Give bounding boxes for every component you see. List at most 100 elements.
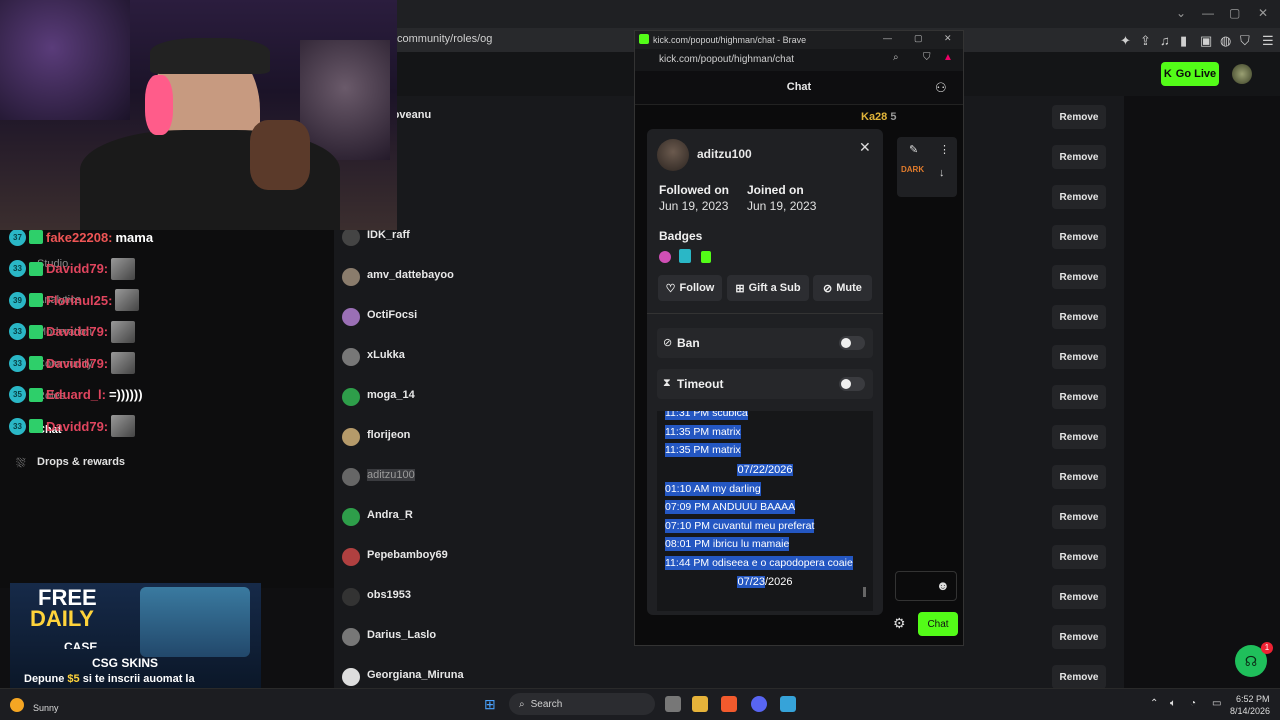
follow-button[interactable]: ♡ Follow (658, 275, 722, 301)
discord-icon[interactable] (751, 696, 767, 712)
followed-label: Followed on (659, 183, 729, 197)
sponsor-ad[interactable]: FREE DAILY CASE CSG SKINS Depune $5 si t… (10, 583, 261, 689)
username[interactable]: Georgiana_Miruna (367, 669, 464, 681)
brave-shield-icon[interactable]: ⛉ (923, 52, 931, 63)
windows-start-icon[interactable]: ⊞ (484, 696, 496, 713)
username[interactable]: amv_dattebayoo (367, 269, 454, 281)
kick-favicon-icon (639, 34, 649, 44)
gear-icon[interactable]: ⚙ (893, 615, 906, 632)
weather-label[interactable]: Sunny (33, 703, 59, 713)
joined-label: Joined on (747, 183, 804, 197)
username[interactable]: Darius_Laslo (367, 629, 436, 641)
wallet-icon[interactable]: ▣ (1200, 33, 1212, 49)
emoji-icon[interactable]: ☻ (936, 578, 950, 593)
remove-button[interactable]: Remove (1052, 225, 1106, 249)
history-scrollbar[interactable] (863, 587, 866, 597)
ban-row[interactable]: ⊘ Ban (657, 328, 873, 358)
go-live-button[interactable]: K Go Live (1161, 62, 1219, 86)
brave-icon[interactable] (721, 696, 737, 712)
sidebar-item-drops[interactable]: Drops & rewards (37, 456, 125, 468)
remove-button[interactable]: Remove (1052, 545, 1106, 569)
username[interactable]: Pepebamboy69 (367, 549, 448, 561)
chat-input[interactable]: ☻ (895, 571, 957, 601)
sub-badge-icon: 39 (9, 291, 26, 309)
tray-up-icon[interactable]: ⌃ (1150, 698, 1158, 709)
chat-text: mama (115, 229, 154, 245)
menu-icon[interactable]: ☰ (1262, 33, 1274, 49)
avatar (342, 668, 360, 686)
popup-minimize-icon[interactable]: — (883, 33, 892, 43)
remove-button[interactable]: Remove (1052, 105, 1106, 129)
og-badge-icon (29, 324, 43, 339)
minimize-icon[interactable]: — (1202, 6, 1214, 20)
explorer-icon[interactable] (692, 696, 708, 712)
chat-user: Davidd79: (46, 355, 109, 371)
timeout-row[interactable]: ⧗ Timeout (657, 369, 873, 399)
popup-maximize-icon[interactable]: ▢ (914, 33, 923, 44)
popup-url[interactable]: kick.com/popout/highman/chat (659, 54, 794, 65)
overlay-chat-line: 33 Davidd79: (9, 320, 136, 343)
username[interactable]: aditzu100 (367, 469, 415, 481)
message-history[interactable]: 11:31 PM scubica 11:35 PM matrix 11:35 PM … (657, 411, 873, 611)
popup-urlbar[interactable]: kick.com/popout/highman/chat ⌕ ⛉ ▲ (635, 49, 963, 71)
username[interactable]: moga_14 (367, 389, 415, 401)
close-window-icon[interactable]: ✕ (1258, 6, 1268, 20)
username[interactable]: OctiFocsi (367, 309, 417, 321)
mute-button[interactable]: ⊘ Mute (813, 275, 872, 301)
remove-button[interactable]: Remove (1052, 465, 1106, 489)
remove-button[interactable]: Remove (1052, 625, 1106, 649)
tab-search-icon[interactable]: ⌄ (1176, 6, 1186, 20)
gift-badge-icon (701, 251, 711, 263)
remove-button[interactable]: Remove (1052, 185, 1106, 209)
sub-badge-icon (659, 251, 671, 263)
username[interactable]: xLukka (367, 349, 405, 361)
remove-button[interactable]: Remove (1052, 145, 1106, 169)
remove-button[interactable]: Remove (1052, 585, 1106, 609)
ban-toggle[interactable] (839, 336, 865, 350)
vpn-icon[interactable]: ◍ (1220, 33, 1231, 49)
zoom-icon[interactable]: ⌕ (893, 52, 899, 63)
user-avatar[interactable] (1232, 64, 1252, 84)
sub-badge-icon: 33 (9, 417, 26, 435)
username[interactable]: obs1953 (367, 589, 411, 601)
username[interactable]: IDK_raff (367, 229, 410, 241)
username[interactable]: Andra_R (367, 509, 413, 521)
sidebar (0, 228, 334, 588)
maximize-icon[interactable]: ▢ (1229, 6, 1240, 20)
arrow-down-icon[interactable]: ↓ (939, 167, 945, 179)
extension-icon[interactable]: ✦ (1120, 33, 1131, 49)
send-chat-button[interactable]: Chat (918, 612, 958, 636)
remove-button[interactable]: Remove (1052, 505, 1106, 529)
wifi-icon[interactable]: ◔ (1190, 698, 1196, 709)
remove-button[interactable]: Remove (1052, 265, 1106, 289)
shield-icon[interactable]: ⛉ (1240, 33, 1250, 49)
username[interactable]: florijeon (367, 429, 410, 441)
more-icon[interactable]: ⋮ (939, 143, 950, 156)
notepad-icon[interactable] (780, 696, 796, 712)
music-icon[interactable]: ♫ (1160, 33, 1170, 48)
pin-icon[interactable]: ✎ (909, 143, 918, 156)
remove-button[interactable]: Remove (1052, 665, 1106, 689)
close-icon[interactable]: ✕ (859, 139, 871, 156)
remove-button[interactable]: Remove (1052, 305, 1106, 329)
og-badge-icon (29, 419, 43, 433)
share-icon[interactable]: ⇪ (1140, 33, 1151, 49)
gift-sub-button[interactable]: ⊞ Gift a Sub (727, 275, 809, 301)
users-icon[interactable]: ⚇ (935, 80, 947, 96)
volume-icon[interactable]: 🔈︎ (1170, 698, 1176, 709)
remove-button[interactable]: Remove (1052, 385, 1106, 409)
history-message: 07:09 PM ANDUUU BAAAA (665, 500, 796, 514)
taskview-icon[interactable] (665, 696, 681, 712)
battery-icon[interactable]: ▭ (1212, 698, 1221, 709)
taskbar-search[interactable]: ⌕ Search (509, 693, 655, 715)
remove-button[interactable]: Remove (1052, 425, 1106, 449)
clock-time[interactable]: 6:52 PM (1236, 694, 1270, 704)
popup-close-icon[interactable]: ✕ (944, 33, 952, 44)
timeout-toggle[interactable] (839, 377, 865, 391)
clock-date[interactable]: 8/14/2026 (1230, 706, 1270, 716)
remove-button[interactable]: Remove (1052, 345, 1106, 369)
address-text[interactable]: community/roles/og (397, 33, 492, 45)
sub-badge-icon: 35 (9, 386, 26, 403)
sidebar-icon[interactable]: ▮ (1180, 33, 1187, 49)
rewards-icon[interactable]: ▲ (943, 52, 953, 63)
